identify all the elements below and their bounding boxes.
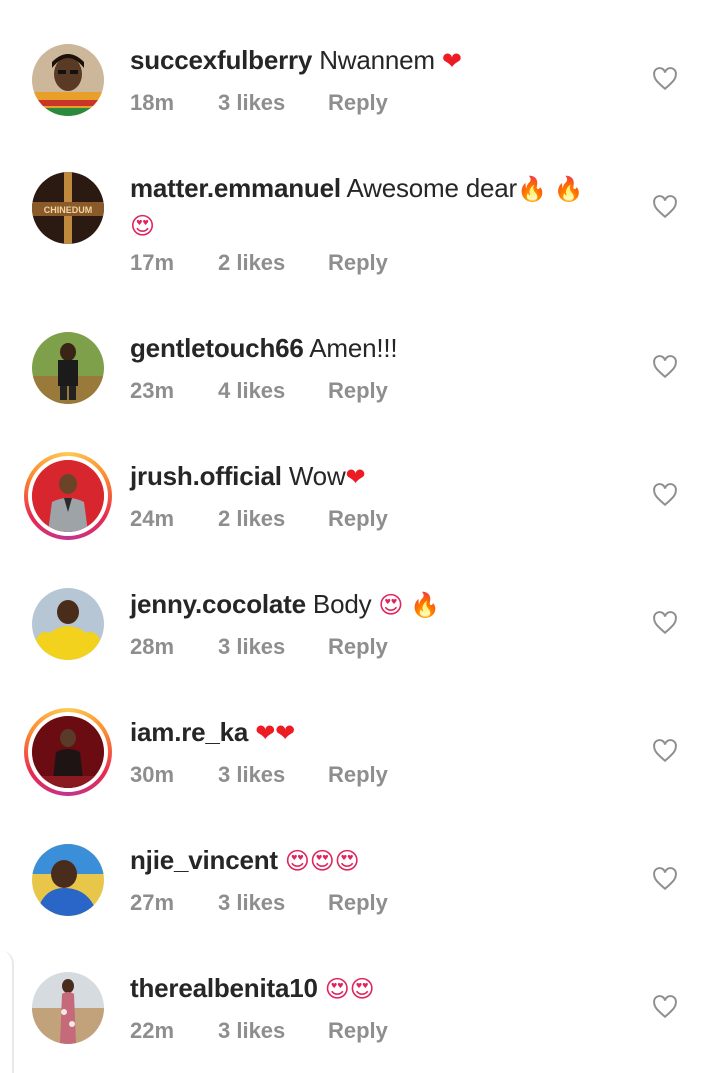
- comment-meta: 28m 3 likes Reply: [130, 634, 388, 660]
- emoji-heart: ❤: [275, 719, 296, 747]
- comment-likes[interactable]: 3 likes: [218, 634, 328, 660]
- comment-username[interactable]: iam.re_ka: [130, 717, 248, 747]
- comment-time: 28m: [130, 634, 175, 659]
- comment-time: 27m: [130, 890, 175, 915]
- emoji-heart-eyes: 😍: [130, 212, 155, 240]
- emoji-heart-eyes: 😍: [284, 847, 310, 875]
- comment-likes[interactable]: 3 likes: [218, 1018, 328, 1044]
- emoji-heart-eyes: 😍: [309, 847, 335, 875]
- heart-outline-icon[interactable]: [652, 610, 678, 636]
- reply-button[interactable]: Reply: [328, 90, 388, 116]
- avatar-text: CHINEDUM: [44, 205, 93, 215]
- comment-time: 23m: [130, 378, 175, 403]
- comment-body: Wow: [288, 461, 346, 491]
- comment-username[interactable]: jrush.official: [130, 461, 282, 491]
- comment-likes[interactable]: 2 likes: [218, 250, 328, 276]
- comment-text: gentletouch66 Amen!!!: [130, 330, 640, 366]
- comment-item: njie_vincent 😍😍😍 27m 3 likes Reply: [0, 800, 720, 928]
- comment-likes[interactable]: 2 likes: [218, 506, 328, 532]
- comment-username[interactable]: njie_vincent: [130, 845, 278, 875]
- comment-item: succexfulberry Nwannem ❤ 18m 3 likes Rep…: [0, 0, 720, 128]
- comment-item: CHINEDUM matter.emmanuel Awesome dear🔥 🔥…: [0, 128, 720, 275]
- emoji-heart: ❤: [255, 719, 276, 747]
- comment-meta: 17m 2 likes Reply: [130, 250, 388, 276]
- reply-button[interactable]: Reply: [328, 250, 388, 276]
- comment-text: succexfulberry Nwannem ❤: [130, 42, 640, 79]
- comment-username[interactable]: matter.emmanuel: [130, 173, 341, 203]
- emoji-heart-eyes: 😍: [324, 975, 350, 1003]
- comment-text: therealbenita10 😍😍: [130, 970, 640, 1007]
- reply-button[interactable]: Reply: [328, 762, 388, 788]
- comment-body: Body: [312, 589, 372, 619]
- comment-item: jrush.official Wow❤ 24m 2 likes Reply: [0, 416, 720, 544]
- comment-meta: 27m 3 likes Reply: [130, 890, 388, 916]
- comment-body: Awesome dear: [346, 173, 518, 203]
- comment-meta: 18m 3 likes Reply: [130, 90, 388, 116]
- heart-outline-icon[interactable]: [652, 66, 678, 92]
- heart-outline-icon[interactable]: [652, 194, 678, 220]
- comment-text: jenny.cocolate Body 😍 🔥: [130, 586, 640, 623]
- comment-text: jrush.official Wow❤: [130, 458, 640, 495]
- comment-body: Nwannem: [319, 45, 435, 75]
- reply-button[interactable]: Reply: [328, 1018, 388, 1044]
- avatar-story-ring[interactable]: [24, 708, 112, 796]
- comment-time: 17m: [130, 250, 175, 275]
- reply-button[interactable]: Reply: [328, 378, 388, 404]
- emoji-fire: 🔥: [517, 175, 547, 203]
- comment-username[interactable]: jenny.cocolate: [130, 589, 306, 619]
- emoji-heart-eyes: 😍: [378, 591, 404, 619]
- avatar-story-ring[interactable]: [24, 452, 112, 540]
- edge-decoration: [0, 950, 14, 1073]
- comment-likes[interactable]: 3 likes: [218, 762, 328, 788]
- heart-outline-icon[interactable]: [652, 738, 678, 764]
- comment-item: therealbenita10 😍😍 22m 3 likes Reply: [0, 928, 720, 1056]
- comment-meta: 30m 3 likes Reply: [130, 762, 388, 788]
- emoji-heart: ❤: [441, 47, 462, 75]
- comment-likes[interactable]: 3 likes: [218, 890, 328, 916]
- comment-item: jenny.cocolate Body 😍 🔥 28m 3 likes Repl…: [0, 544, 720, 672]
- heart-outline-icon[interactable]: [652, 482, 678, 508]
- emoji-heart: ❤: [345, 463, 366, 491]
- avatar[interactable]: [32, 972, 104, 1044]
- heart-outline-icon[interactable]: [652, 354, 678, 380]
- comment-username[interactable]: gentletouch66: [130, 333, 304, 363]
- comment-time: 24m: [130, 506, 175, 531]
- reply-button[interactable]: Reply: [328, 890, 388, 916]
- comment-item: gentletouch66 Amen!!! 23m 4 likes Reply: [0, 288, 720, 416]
- comment-body: Amen!!!: [309, 333, 398, 363]
- comment-username[interactable]: succexfulberry: [130, 45, 312, 75]
- comment-likes[interactable]: 3 likes: [218, 90, 328, 116]
- comment-meta: 24m 2 likes Reply: [130, 506, 388, 532]
- comment-likes[interactable]: 4 likes: [218, 378, 328, 404]
- reply-button[interactable]: Reply: [328, 506, 388, 532]
- comment-username[interactable]: therealbenita10: [130, 973, 318, 1003]
- comment-time: 18m: [130, 90, 175, 115]
- comment-meta: 23m 4 likes Reply: [130, 378, 388, 404]
- avatar[interactable]: [32, 44, 104, 116]
- heart-outline-icon[interactable]: [652, 994, 678, 1020]
- comment-time: 30m: [130, 762, 175, 787]
- emoji-fire: 🔥: [553, 175, 584, 203]
- emoji-fire: 🔥: [410, 591, 440, 619]
- comment-meta: 22m 3 likes Reply: [130, 1018, 388, 1044]
- emoji-heart-eyes: 😍: [334, 847, 360, 875]
- comment-text: iam.re_ka ❤❤: [130, 714, 640, 751]
- avatar[interactable]: CHINEDUM: [32, 172, 104, 244]
- reply-button[interactable]: Reply: [328, 634, 388, 660]
- comment-item: iam.re_ka ❤❤ 30m 3 likes Reply: [0, 672, 720, 800]
- comment-text: njie_vincent 😍😍😍: [130, 842, 640, 879]
- avatar[interactable]: [32, 588, 104, 660]
- heart-outline-icon[interactable]: [652, 866, 678, 892]
- avatar[interactable]: [32, 332, 104, 404]
- comment-time: 22m: [130, 1018, 175, 1043]
- avatar[interactable]: [32, 844, 104, 916]
- emoji-heart-eyes: 😍: [349, 975, 375, 1003]
- comment-text: matter.emmanuel Awesome dear🔥 🔥 😍: [130, 170, 640, 244]
